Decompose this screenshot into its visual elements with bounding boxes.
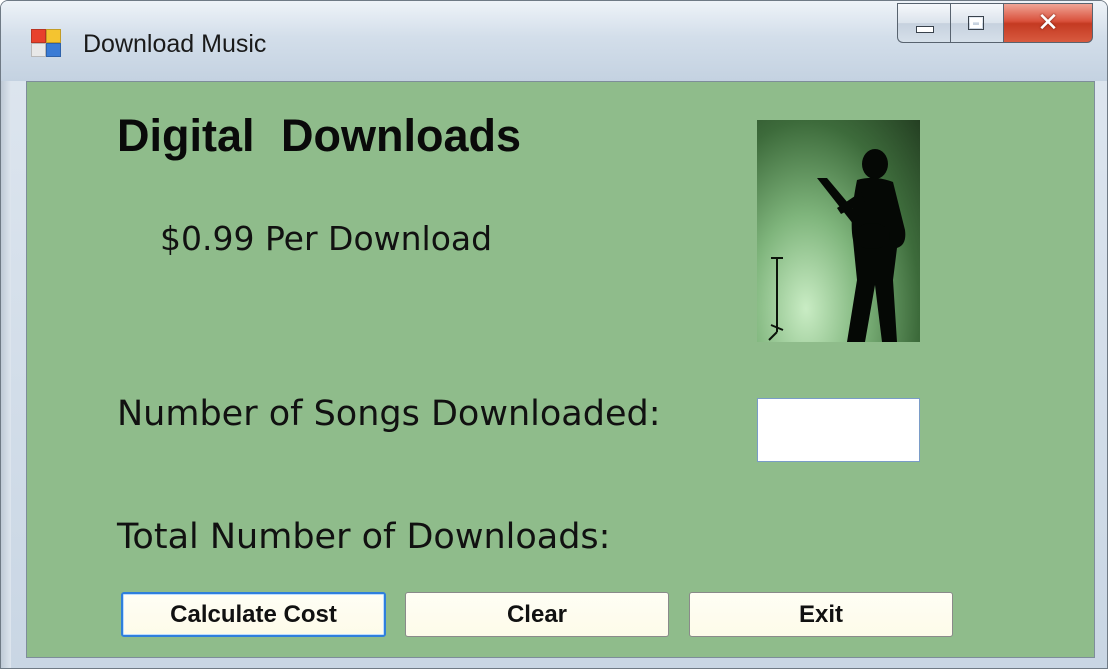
maximize-icon <box>968 16 984 30</box>
close-button[interactable]: ✕ <box>1003 3 1093 43</box>
maximize-button[interactable] <box>950 3 1003 43</box>
caption-buttons: ✕ <box>897 3 1093 43</box>
window-title: Download Music <box>83 30 267 58</box>
close-icon: ✕ <box>1037 8 1059 38</box>
form-client-area: Digital Downloads $0.99 Per Download Num… <box>26 81 1095 658</box>
title-bar[interactable]: Download Music ✕ <box>1 1 1107 81</box>
clear-button[interactable]: Clear <box>405 592 669 637</box>
download-music-window: Download Music ✕ Digital Downloads $0.99… <box>0 0 1108 669</box>
songs-downloaded-input[interactable] <box>757 398 920 462</box>
minimize-button[interactable] <box>897 3 950 43</box>
songs-downloaded-label: Number of Songs Downloaded: <box>117 394 661 434</box>
calculate-cost-button[interactable]: Calculate Cost <box>121 592 386 637</box>
guitarist-silhouette-icon <box>768 149 906 342</box>
exit-button[interactable]: Exit <box>689 592 953 637</box>
form-heading: Digital Downloads <box>117 110 522 161</box>
app-icon[interactable] <box>31 29 61 57</box>
guitarist-photo <box>757 120 920 342</box>
price-label: $0.99 Per Download <box>160 219 493 258</box>
total-downloads-label: Total Number of Downloads: <box>117 517 611 557</box>
window-frame-left <box>1 81 11 668</box>
minimize-icon <box>916 26 934 33</box>
